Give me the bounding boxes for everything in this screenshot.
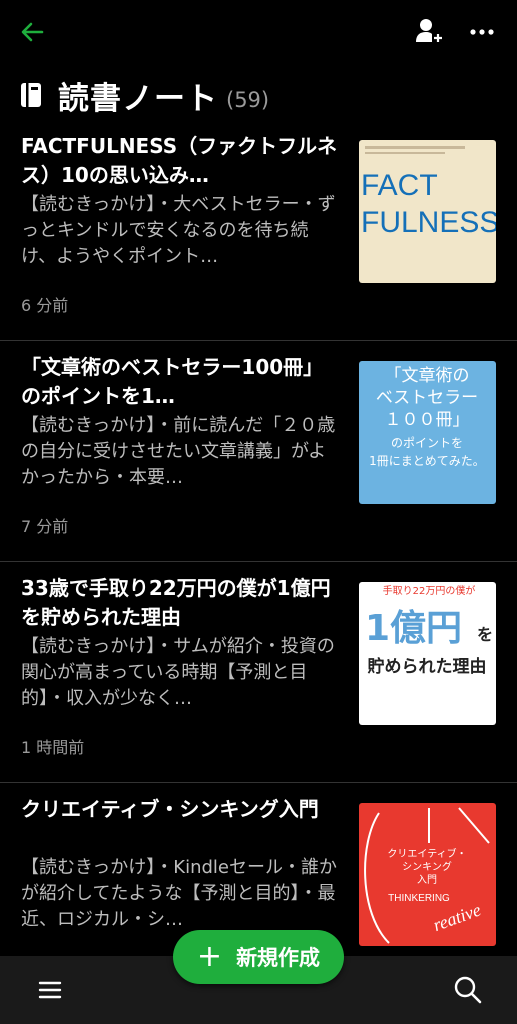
note-snippet: 【読むきっかけ】・大ベストセラー・ずっとキンドルで安くなるのを待ち続け、ようやく… bbox=[21, 194, 336, 267]
note-time: 6 分前 bbox=[21, 296, 69, 315]
cover-art: 手取り22万円の僕が 1億円 を 貯められた理由 bbox=[365, 584, 493, 677]
add-user-icon[interactable] bbox=[414, 16, 444, 46]
new-note-label: 新規作成 bbox=[236, 946, 321, 970]
note-title: 「文章術のベストセラー100冊」のポイントを1… bbox=[21, 355, 324, 408]
note-time: 7 分前 bbox=[21, 517, 69, 536]
book-cover-thumbnail: 手取り22万円の僕が 1億円 を 貯められた理由 bbox=[359, 582, 496, 725]
cover-art: 「文章術の ベストセラー １００冊」 のポイントを 1冊にまとめてみた。 bbox=[369, 366, 485, 468]
cover-t5: reative bbox=[430, 900, 483, 936]
cover-line-4: のポイントを bbox=[391, 436, 463, 450]
note-text: FACTFULNESS（ファクトフルネス）10の思い込み… 【読むきっかけ】・大… bbox=[21, 132, 343, 270]
cover-bottom: 貯められた理由 bbox=[368, 656, 487, 677]
note-snippet: 【読むきっかけ】・前に読んだ「２０歳の自分に受けさせたい文章講義」がよかったから… bbox=[21, 415, 336, 488]
note-text: 33歳で手取り22万円の僕が1億円を貯められた理由 【読むきっかけ】・サムが紹介… bbox=[21, 574, 343, 712]
notebook-icon bbox=[21, 83, 41, 107]
note-title: クリエイティブ・シンキング入門 bbox=[21, 797, 319, 821]
cover-t4: THINKERING bbox=[388, 893, 450, 904]
cover-art: クリエイティブ・ シンキング 入門 THINKERING reative bbox=[364, 807, 490, 944]
cover-t3: 入門 bbox=[417, 874, 437, 886]
cover-line-3: １００冊」 bbox=[385, 410, 470, 430]
more-dots-icon[interactable] bbox=[468, 18, 496, 46]
note-item[interactable]: FACTFULNESS（ファクトフルネス）10の思い込み… 【読むきっかけ】・大… bbox=[0, 120, 517, 341]
cover-art: FACT FULNESS bbox=[361, 146, 496, 239]
note-list: FACTFULNESS（ファクトフルネス）10の思い込み… 【読むきっかけ】・大… bbox=[0, 120, 517, 1004]
note-snippet: 【読むきっかけ】・Kindleセール・誰かが紹介してたような【予測と目的】・最近… bbox=[21, 857, 337, 930]
cover-text-2: FULNESS bbox=[361, 206, 496, 239]
note-title: 33歳で手取り22万円の僕が1億円を貯められた理由 bbox=[21, 576, 331, 629]
cover-text-1: FACT bbox=[361, 169, 438, 202]
page-heading: 読書ノート (59) bbox=[20, 70, 269, 120]
search-icon[interactable] bbox=[452, 974, 484, 1006]
plus-icon: + bbox=[196, 939, 223, 974]
note-count: (59) bbox=[226, 88, 270, 112]
cover-t2: シンキング bbox=[402, 860, 452, 873]
cover-top: 手取り22万円の僕が bbox=[383, 584, 476, 597]
note-item[interactable]: 「文章術のベストセラー100冊」のポイントを1… 【読むきっかけ】・前に読んだ「… bbox=[0, 341, 517, 562]
cover-post: を bbox=[477, 625, 493, 644]
hamburger-menu-icon[interactable] bbox=[36, 976, 64, 1004]
note-title: FACTFULNESS（ファクトフルネス）10の思い込み… bbox=[21, 134, 338, 187]
back-arrow-icon[interactable] bbox=[18, 18, 46, 46]
book-cover-thumbnail: 「文章術の ベストセラー １００冊」 のポイントを 1冊にまとめてみた。 bbox=[359, 361, 496, 504]
note-text: クリエイティブ・シンキング入門 【読むきっかけ】・Kindleセール・誰かが紹介… bbox=[21, 795, 343, 933]
note-text: 「文章術のベストセラー100冊」のポイントを1… 【読むきっかけ】・前に読んだ「… bbox=[21, 353, 343, 491]
page-title: 読書ノート bbox=[58, 80, 218, 117]
cover-big: 1億円 bbox=[365, 608, 462, 649]
book-cover-thumbnail: クリエイティブ・ シンキング 入門 THINKERING reative bbox=[359, 803, 496, 946]
new-note-button[interactable]: + 新規作成 bbox=[173, 930, 344, 984]
note-snippet: 【読むきっかけ】・サムが紹介・投資の関心が高まっている時期【予測と目的】・収入が… bbox=[21, 636, 335, 709]
cover-line-5: 1冊にまとめてみた。 bbox=[369, 454, 485, 468]
cover-t1: クリエイティブ・ bbox=[387, 847, 466, 860]
cover-line-1: 「文章術の bbox=[385, 366, 470, 386]
note-time: 1 時間前 bbox=[21, 738, 85, 757]
note-item[interactable]: 33歳で手取り22万円の僕が1億円を貯められた理由 【読むきっかけ】・サムが紹介… bbox=[0, 562, 517, 783]
top-bar bbox=[0, 0, 517, 64]
book-cover-thumbnail: FACT FULNESS bbox=[359, 140, 496, 283]
cover-line-2: ベストセラー bbox=[376, 388, 478, 408]
